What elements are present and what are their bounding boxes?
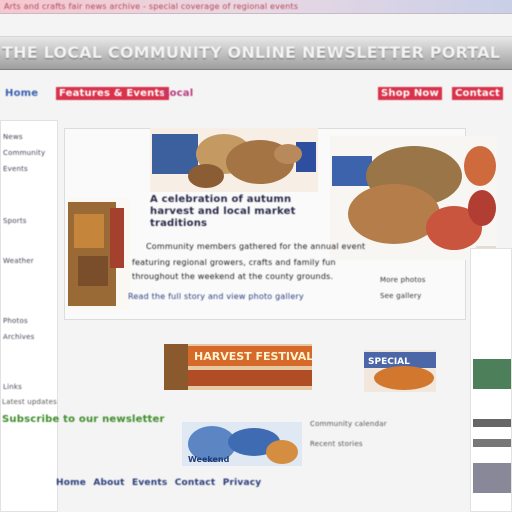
sidebar-link[interactable]: News xyxy=(3,133,23,141)
site-header: THE LOCAL COMMUNITY ONLINE NEWSLETTER PO… xyxy=(0,36,512,70)
lower-text-line: Community calendar xyxy=(310,420,387,428)
gallery-link[interactable]: See gallery xyxy=(380,292,421,300)
feature-read-more-link[interactable]: Read the full story and view photo galle… xyxy=(128,292,304,301)
side-caption: More photos xyxy=(380,276,426,284)
promo-banner-special[interactable]: SPECIAL xyxy=(364,350,436,392)
nav-item-shop[interactable]: Shop Now xyxy=(378,87,442,100)
feature-photo-left[interactable] xyxy=(68,198,130,310)
browser-tab-strip[interactable]: Arts and crafts fair news archive - spec… xyxy=(0,0,512,14)
right-sidebar-thumbnails[interactable] xyxy=(471,249,512,512)
sidebar-link[interactable]: Sports xyxy=(3,217,27,225)
nav-item-features[interactable]: Features & Events xyxy=(56,87,169,100)
footer-link[interactable]: Events xyxy=(132,478,167,488)
promo-banner-weekend-text: Weekend xyxy=(188,455,230,464)
site-title: THE LOCAL COMMUNITY ONLINE NEWSLETTER PO… xyxy=(2,43,501,62)
sidebar-link[interactable]: Weather xyxy=(3,257,34,265)
feature-text-line: featuring regional growers, crafts and f… xyxy=(132,258,336,267)
footer-link[interactable]: Home xyxy=(56,478,86,488)
lower-text-line: Recent stories xyxy=(310,440,363,448)
right-sidebar xyxy=(470,248,512,512)
feature-photo-main[interactable] xyxy=(150,128,318,192)
promo-banner-special-text: SPECIAL xyxy=(368,357,410,367)
sidebar-link[interactable]: Archives xyxy=(3,333,34,341)
footer-links: Home About Events Contact Privacy xyxy=(56,478,456,500)
sidebar-link[interactable]: Links xyxy=(3,383,22,391)
lower-text-line: Latest updates xyxy=(2,398,57,406)
promo-banner-festival-text: HARVEST FESTIVAL xyxy=(194,350,312,363)
main-nav: Home Features & Events Local Shop Now Co… xyxy=(0,82,512,108)
nav-item-home[interactable]: Home xyxy=(2,87,41,100)
footer-link[interactable]: About xyxy=(93,478,124,488)
browser-tab-title[interactable]: Arts and crafts fair news archive - spec… xyxy=(4,2,504,11)
feature-text-line: Community members gathered for the annua… xyxy=(146,242,366,251)
sidebar-link[interactable]: Photos xyxy=(3,317,28,325)
sidebar-link[interactable]: Events xyxy=(3,165,28,173)
sidebar-link[interactable]: Community xyxy=(3,149,45,157)
feature-text-line: throughout the weekend at the county gro… xyxy=(132,272,334,281)
newsletter-link[interactable]: Subscribe to our newsletter xyxy=(2,414,165,425)
feature-headline[interactable]: A celebration of autumn harvest and loca… xyxy=(150,194,334,230)
nav-item-contact[interactable]: Contact xyxy=(452,87,503,100)
left-sidebar: News Community Events Sports Weather Pho… xyxy=(0,120,58,512)
promo-banner-weekend[interactable]: Weekend xyxy=(182,422,302,466)
footer-link[interactable]: Privacy xyxy=(223,478,262,488)
footer-link[interactable]: Contact xyxy=(175,478,216,488)
nav-item-local[interactable]: Local xyxy=(160,87,196,100)
promo-banner-festival[interactable]: HARVEST FESTIVAL xyxy=(164,344,312,390)
